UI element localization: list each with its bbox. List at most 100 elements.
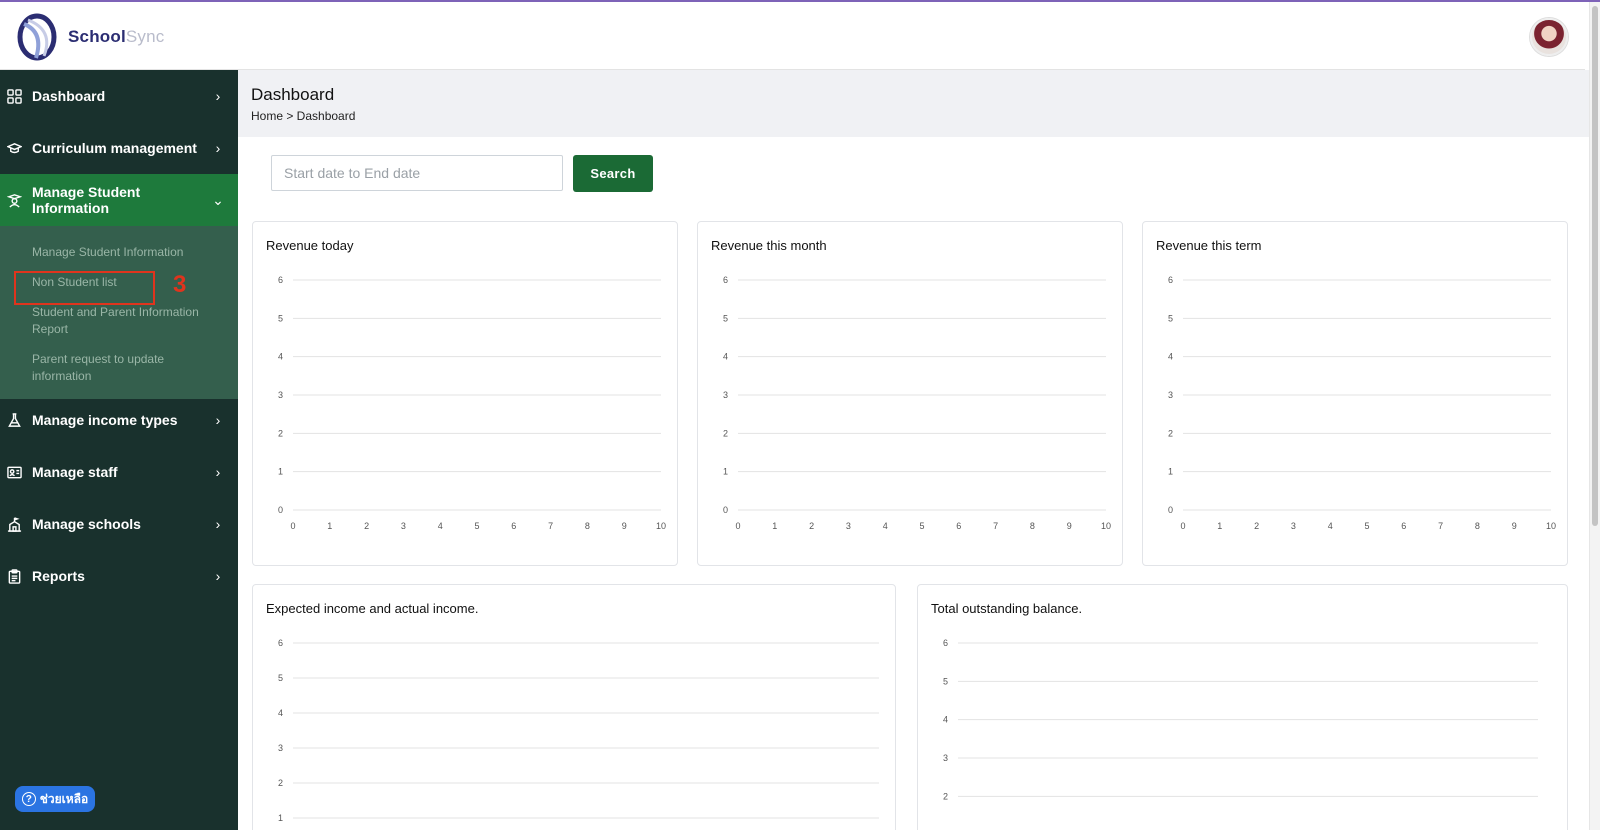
revenue-term-card: Revenue this term 0 1 2 3 4 5 6 0 1 2 3 4 5 6 7 8 9 10: [1142, 221, 1568, 566]
sidebar-item-manage-student-information[interactable]: Manage Student Information ⌄: [0, 174, 238, 226]
x-tick-label: 3: [1291, 521, 1296, 531]
scrollbar-thumb[interactable]: [1592, 6, 1598, 526]
revenue-month-card: Revenue this month 0 1 2 3 4 5 6 0 1 2 3 4 5 6 7 8 9 10: [697, 221, 1123, 566]
chevron-right-icon: ›: [215, 568, 221, 584]
y-tick-label: 2: [278, 428, 283, 438]
submenu-item-parent-update-request[interactable]: Parent request to update information: [32, 351, 222, 385]
sidebar-item-label: Manage Student Information: [32, 184, 141, 216]
student-info-submenu: Manage Student Information Non Student l…: [0, 226, 238, 399]
x-tick-label: 7: [548, 521, 553, 531]
y-tick-label: 2: [943, 791, 948, 801]
graduation-cap-icon: [6, 140, 22, 156]
y-tick-label: 0: [1168, 505, 1173, 515]
y-tick-label: 1: [1168, 467, 1173, 477]
sidebar-item-label: Manage schools: [32, 516, 141, 532]
revenue-today-card: Revenue today 0 1 2 3 4 5 6 0 1 2 3 4 5 6 7 8 9 10: [252, 221, 678, 566]
question-icon: ?: [21, 792, 36, 806]
page-scrollbar[interactable]: [1589, 2, 1600, 830]
x-tick-label: 0: [290, 521, 295, 531]
submenu-item-student-parent-report[interactable]: Student and Parent Information Report: [32, 304, 222, 338]
schoolsync-logo-icon: [17, 13, 57, 61]
y-tick-label: 4: [278, 352, 283, 362]
app-logo[interactable]: SchoolSync: [14, 12, 164, 62]
y-tick-label: 3: [943, 753, 948, 763]
school-icon: [6, 516, 22, 532]
y-tick-label: 2: [278, 778, 283, 788]
y-tick-label: 4: [723, 352, 728, 362]
x-tick-label: 8: [585, 521, 590, 531]
chevron-right-icon: ›: [215, 140, 221, 156]
x-tick-label: 6: [956, 521, 961, 531]
y-tick-label: 3: [278, 743, 283, 753]
x-tick-label: 2: [364, 521, 369, 531]
y-tick-label: 1: [278, 467, 283, 477]
sidebar-item-label: Reports: [32, 568, 85, 584]
y-tick-label: 5: [278, 313, 283, 323]
revenue-today-chart: 0 1 2 3 4 5 6 0 1 2 3 4 5 6 7 8 9 10: [278, 275, 666, 531]
revenue-term-chart: 0 1 2 3 4 5 6 0 1 2 3 4 5 6 7 8 9 10: [1168, 275, 1556, 531]
y-tick-label: 6: [1168, 275, 1173, 285]
x-tick-label: 3: [401, 521, 406, 531]
x-tick-label: 2: [1254, 521, 1259, 531]
grid-icon: [6, 88, 22, 104]
user-avatar[interactable]: [1530, 18, 1568, 56]
x-tick-label: 1: [327, 521, 332, 531]
x-tick-label: 10: [1546, 521, 1556, 531]
clipboard-icon: [6, 568, 22, 584]
x-tick-label: 10: [1101, 521, 1111, 531]
help-button-label: ช่วยเหลือ: [39, 791, 89, 806]
annotation-step-number: 3: [173, 271, 187, 298]
chevron-down-icon: ⌄: [212, 191, 224, 208]
sidebar-item-reports[interactable]: Reports ›: [0, 550, 238, 602]
page-title: Dashboard: [251, 85, 335, 104]
x-tick-label: 7: [993, 521, 998, 531]
id-card-icon: [6, 464, 22, 480]
x-tick-label: 2: [809, 521, 814, 531]
outstanding-balance-chart: 2 3 4 5 6: [943, 638, 1538, 801]
expected-income-card: Expected income and actual income. 12345…: [252, 584, 896, 830]
expected-income-chart: 1 2 3 4 5 6: [278, 638, 879, 823]
x-tick-label: 0: [1180, 521, 1185, 531]
chevron-right-icon: ›: [215, 516, 221, 532]
x-tick-label: 6: [511, 521, 516, 531]
y-tick-label: 5: [723, 313, 728, 323]
chevron-right-icon: ›: [215, 412, 221, 428]
x-tick-label: 7: [1438, 521, 1443, 531]
flask-icon: [6, 412, 22, 428]
y-tick-label: 3: [723, 390, 728, 400]
sidebar-item-curriculum[interactable]: Curriculum management ›: [0, 122, 238, 174]
page-header: Dashboard Home > Dashboard: [238, 70, 1589, 137]
x-tick-label: 4: [438, 521, 443, 531]
app-name-part-1: School: [68, 27, 126, 46]
x-tick-label: 1: [1217, 521, 1222, 531]
sidebar-item-dashboard[interactable]: Dashboard ›: [0, 70, 238, 122]
search-button[interactable]: Search: [573, 155, 653, 192]
y-tick-label: 5: [1168, 313, 1173, 323]
submenu-item-manage-student-information[interactable]: Manage Student Information: [32, 244, 222, 261]
sidebar-item-manage-income-types[interactable]: Manage income types ›: [0, 394, 238, 446]
student-icon: [6, 192, 22, 208]
y-tick-label: 0: [278, 505, 283, 515]
y-tick-label: 1: [278, 813, 283, 823]
x-tick-label: 5: [1364, 521, 1369, 531]
y-tick-label: 5: [943, 676, 948, 686]
date-range-input[interactable]: [271, 155, 563, 191]
breadcrumb: Home > Dashboard: [251, 109, 356, 123]
sidebar-item-manage-staff[interactable]: Manage staff ›: [0, 446, 238, 498]
x-tick-label: 1: [772, 521, 777, 531]
x-tick-label: 4: [1328, 521, 1333, 531]
x-tick-label: 8: [1475, 521, 1480, 531]
help-button[interactable]: ? ช่วยเหลือ: [15, 786, 95, 812]
y-tick-label: 4: [1168, 352, 1173, 362]
sidebar-item-label: Curriculum management: [32, 140, 197, 156]
sidebar-item-manage-schools[interactable]: Manage schools ›: [0, 498, 238, 550]
app-name: SchoolSync: [68, 27, 164, 47]
sidebar-item-label: Manage staff: [32, 464, 118, 480]
x-tick-label: 10: [656, 521, 666, 531]
sidebar-item-label: Dashboard: [32, 88, 106, 104]
y-tick-label: 3: [1168, 390, 1173, 400]
sidebar-item-label: Manage income types: [32, 412, 178, 428]
main-content: Dashboard Home > Dashboard Search Revenu…: [238, 70, 1589, 830]
y-tick-label: 2: [1168, 428, 1173, 438]
x-tick-label: 9: [1067, 521, 1072, 531]
